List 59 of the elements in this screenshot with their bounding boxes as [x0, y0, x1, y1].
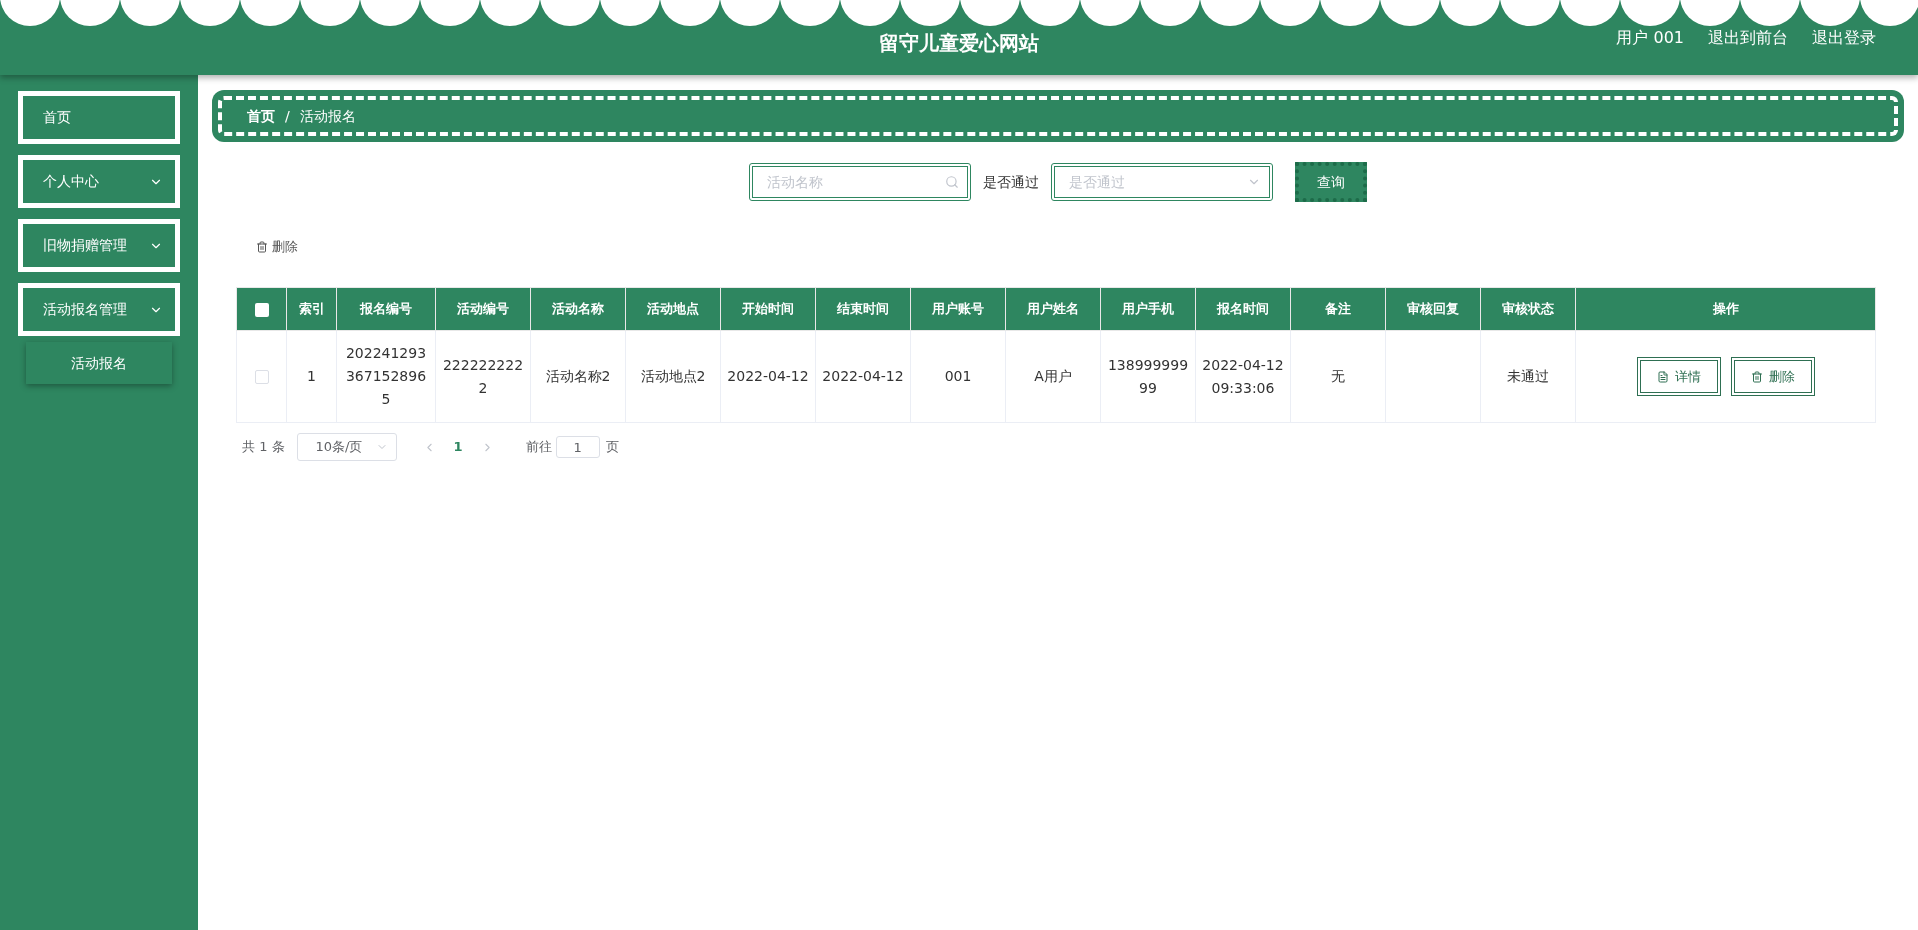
header-link[interactable]: 退出到前台 [1708, 26, 1788, 50]
column-header: 用户手机 [1100, 287, 1196, 331]
table-cell: A用户 [1005, 330, 1101, 423]
goto-suffix: 页 [605, 438, 619, 457]
table-cell: 13899999999 [1100, 330, 1196, 423]
goto-page-input[interactable]: 1 [555, 436, 600, 458]
row-delete-button[interactable]: 删除 [1730, 357, 1815, 396]
pass-status-select[interactable]: 是否通过 [1051, 163, 1273, 201]
column-header: 开始时间 [720, 287, 816, 331]
table-cell: 2022-04-12 [720, 330, 816, 423]
table-cell: 001 [910, 330, 1006, 423]
table-cell: 无 [1290, 330, 1386, 423]
table-cell: 1 [286, 330, 337, 423]
column-header: 操作 [1575, 287, 1876, 331]
header-link[interactable]: 退出登录 [1812, 26, 1876, 50]
sidebar-submenu-item[interactable]: 活动报名 [26, 342, 172, 384]
query-button[interactable]: 查询 [1295, 162, 1367, 202]
table-cell: 2222222222 [435, 330, 531, 423]
column-header: 活动名称 [530, 287, 626, 331]
table-cell: 2022-04-12 [815, 330, 911, 423]
table-cell: 活动名称2 [530, 330, 626, 423]
filter-label: 是否通过 [983, 172, 1039, 192]
column-header: 活动编号 [435, 287, 531, 331]
breadcrumb-item: 活动报名 [299, 106, 356, 126]
row-checkbox[interactable] [254, 370, 269, 384]
sidebar-menu-item[interactable]: 首页 [18, 91, 180, 144]
table-cell: 2022412933671528965 [336, 330, 436, 423]
column-header: 索引 [286, 287, 337, 331]
column-header: 审核回复 [1385, 287, 1481, 331]
column-header: 报名时间 [1195, 287, 1291, 331]
user-name: 用户 001 [1616, 27, 1684, 49]
trash-icon [1750, 370, 1763, 383]
column-header: 用户姓名 [1005, 287, 1101, 331]
details-button[interactable]: 详情 [1636, 357, 1721, 396]
page-size-select[interactable]: 10条/页 [296, 433, 397, 461]
activity-name-input[interactable]: 活动名称 [749, 163, 971, 201]
trash-icon [256, 241, 268, 253]
column-header: 报名编号 [336, 287, 436, 331]
column-header: 审核状态 [1480, 287, 1576, 331]
table-cell: 活动地点2 [625, 330, 721, 423]
breadcrumb-item[interactable]: 首页 [247, 105, 275, 127]
table-cell: 未通过 [1480, 330, 1576, 423]
select-all-checkbox[interactable] [254, 302, 269, 317]
column-header: 结束时间 [815, 287, 911, 331]
sidebar-menu-item[interactable]: 活动报名管理 [18, 283, 180, 336]
table-cell: 2022-04-12 09:33:06 [1195, 330, 1291, 423]
column-header: 活动地点 [625, 287, 721, 331]
sidebar-menu-item[interactable]: 旧物捐赠管理 [18, 219, 180, 272]
column-header: 备注 [1290, 287, 1386, 331]
document-icon [1656, 370, 1669, 383]
sidebar-menu-item[interactable]: 个人中心 [18, 155, 180, 208]
goto-label: 前往 [525, 438, 552, 457]
site-title: 留守儿童爱心网站 [879, 29, 1039, 57]
breadcrumb-separator: / [285, 106, 290, 126]
search-icon [945, 175, 959, 189]
total-count: 共 1 条 [242, 438, 285, 457]
page-number[interactable]: 1 [447, 437, 469, 457]
delete-button[interactable]: 删除 [256, 237, 298, 257]
column-header: 用户账号 [910, 287, 1006, 331]
